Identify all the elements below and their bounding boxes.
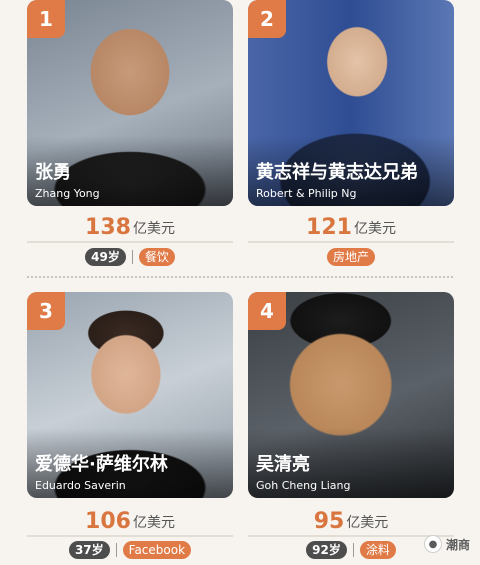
net-worth: 106 亿美元 bbox=[27, 503, 233, 537]
industry-badge: 餐饮 bbox=[138, 248, 175, 266]
name-english: Eduardo Saverin bbox=[35, 479, 126, 492]
meta-row: 房地产 bbox=[248, 247, 454, 267]
meta-row: 37岁 Facebook bbox=[27, 540, 233, 560]
net-worth-value: 106 bbox=[85, 509, 131, 534]
name-english: Goh Cheng Liang bbox=[256, 479, 351, 492]
net-worth-value: 138 bbox=[85, 215, 131, 240]
name-chinese: 吴清亮 bbox=[256, 454, 310, 475]
watermark-text: 潮商 bbox=[445, 537, 470, 552]
net-worth-value: 95 bbox=[313, 509, 345, 534]
rank-badge: 3 bbox=[27, 292, 65, 330]
net-worth-unit: 亿美元 bbox=[132, 515, 175, 531]
age-badge: 37岁 bbox=[68, 541, 110, 559]
industry-badge: 涂料 bbox=[359, 541, 396, 559]
profile-photo-eduardo-saverin: 3 爱德华·萨维尔林 Eduardo Saverin bbox=[27, 292, 233, 498]
rank-badge: 1 bbox=[27, 0, 65, 38]
net-worth: 121 亿美元 bbox=[248, 209, 454, 243]
net-worth: 95 亿美元 bbox=[248, 503, 454, 537]
industry-badge: Facebook bbox=[122, 541, 192, 559]
net-worth-unit: 亿美元 bbox=[353, 221, 396, 237]
separator bbox=[131, 250, 133, 264]
meta-row: 49岁 餐饮 bbox=[27, 247, 233, 267]
net-worth-value: 121 bbox=[306, 215, 352, 240]
age-badge: 92岁 bbox=[306, 541, 347, 559]
net-worth: 138 亿美元 bbox=[27, 209, 233, 243]
profile-photo-zhang-yong: 1 张勇 Zhang Yong bbox=[27, 0, 233, 206]
profile-photo-robert-philip-ng: 2 黄志祥与黄志达兄弟 Robert & Philip Ng bbox=[248, 0, 454, 206]
rich-list-page: 1 张勇 Zhang Yong 138 亿美元 49岁 餐饮 2 黄志祥与黄志达… bbox=[0, 0, 480, 565]
age-badge: 49岁 bbox=[85, 248, 126, 266]
name-chinese: 黄志祥与黄志达兄弟 bbox=[256, 162, 418, 183]
watermark: ● 潮商 bbox=[423, 535, 470, 553]
section-divider bbox=[27, 276, 453, 278]
name-chinese: 张勇 bbox=[35, 162, 71, 183]
name-english: Zhang Yong bbox=[35, 187, 100, 200]
profile-photo-goh-cheng-liang: 4 吴清亮 Goh Cheng Liang bbox=[248, 292, 454, 498]
net-worth-unit: 亿美元 bbox=[132, 221, 175, 237]
separator bbox=[115, 543, 117, 557]
separator bbox=[352, 543, 354, 557]
wechat-logo-icon: ● bbox=[423, 535, 442, 553]
name-chinese: 爱德华·萨维尔林 bbox=[35, 454, 168, 475]
rank-badge: 4 bbox=[248, 292, 286, 330]
name-english: Robert & Philip Ng bbox=[256, 187, 357, 200]
net-worth-unit: 亿美元 bbox=[346, 515, 389, 531]
rank-badge: 2 bbox=[248, 0, 286, 38]
industry-badge: 房地产 bbox=[326, 248, 375, 266]
